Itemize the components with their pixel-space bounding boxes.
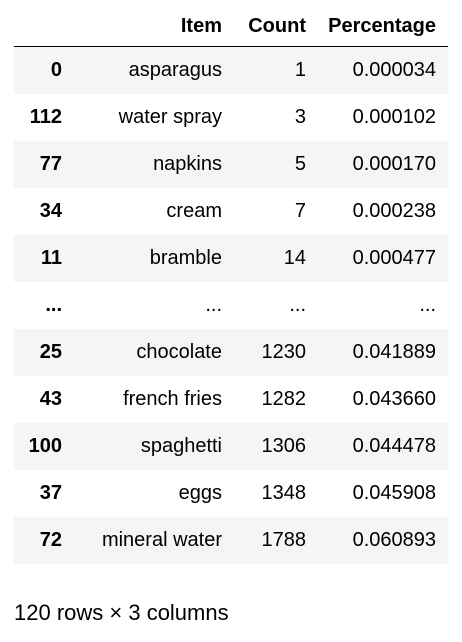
dataframe-table: Item Count Percentage 0 asparagus 1 0.00003… [14, 6, 448, 564]
count-cell: 1788 [261, 528, 307, 551]
percentage-cell: 0.043660 [352, 387, 436, 410]
row-index: 34 [39, 199, 62, 222]
row-index: 0 [50, 58, 62, 81]
item-cell: ... [205, 293, 222, 316]
header-row: Item Count Percentage [14, 6, 448, 47]
item-cell: asparagus [128, 58, 222, 81]
count-cell: ... [289, 293, 306, 316]
item-cell: bramble [149, 246, 222, 269]
count-cell: 14 [283, 246, 306, 269]
table-row: 77 napkins 5 0.000170 [14, 140, 448, 188]
count-cell: 1306 [261, 434, 307, 457]
table-header: Item Count Percentage [14, 6, 448, 47]
table-shape-caption: 120 rows × 3 columns [14, 600, 229, 625]
percentage-cell: 0.041889 [352, 340, 436, 363]
index-column-header [14, 6, 74, 47]
percentage-cell: ... [419, 293, 436, 316]
percentage-cell: 0.000102 [352, 105, 436, 128]
percentage-cell: 0.000477 [352, 246, 436, 269]
table-row: 43 french fries 1282 0.043660 [14, 376, 448, 423]
percentage-cell: 0.044478 [352, 434, 436, 457]
table-row: 37 eggs 1348 0.045908 [14, 470, 448, 517]
table-row: 100 spaghetti 1306 0.044478 [14, 422, 448, 470]
table-body: 0 asparagus 1 0.000034 112 water spray 3 0.0001… [14, 46, 448, 564]
percentage-cell: 0.000238 [352, 199, 436, 222]
item-column-header: Item [74, 6, 234, 47]
count-cell: 3 [294, 105, 306, 128]
table-row: ............ [14, 282, 448, 329]
item-cell: water spray [118, 105, 222, 128]
table-row: 11 bramble 14 0.000477 [14, 234, 448, 282]
percentage-cell: 0.060893 [352, 528, 436, 551]
row-index: 77 [39, 152, 62, 175]
percentage-cell: 0.045908 [352, 481, 436, 504]
count-column-header: Count [234, 6, 318, 47]
table-row: 0 asparagus 1 0.000034 [14, 46, 448, 94]
table-row: 25 chocolate 1230 0.041889 [14, 328, 448, 376]
item-cell: chocolate [136, 340, 222, 363]
percentage-cell: 0.000170 [352, 152, 436, 175]
table-row: 72 mineral water 1788 0.060893 [14, 516, 448, 564]
count-cell: 1230 [261, 340, 307, 363]
percentage-column-header: Percentage [318, 6, 448, 47]
item-cell: napkins [153, 152, 222, 175]
row-index: 37 [39, 481, 62, 504]
item-cell: mineral water [101, 528, 222, 551]
item-cell: spaghetti [140, 434, 222, 457]
row-index: 25 [39, 340, 62, 363]
table-row: 34 cream 7 0.000238 [14, 188, 448, 235]
item-cell: eggs [178, 481, 222, 504]
row-index: 112 [29, 105, 62, 128]
table-row: 112 water spray 3 0.000102 [14, 94, 448, 141]
row-index: 11 [40, 246, 62, 269]
count-cell: 5 [294, 152, 306, 175]
row-index: ... [45, 293, 62, 316]
item-cell: cream [166, 199, 222, 222]
row-index: 100 [28, 434, 62, 457]
item-cell: french fries [123, 387, 222, 410]
count-cell: 1282 [261, 387, 307, 410]
count-cell: 1348 [261, 481, 307, 504]
dataframe-output: Item Count Percentage 0 asparagus 1 0.00003… [14, 6, 448, 564]
percentage-cell: 0.000034 [352, 58, 436, 81]
row-index: 43 [39, 387, 62, 410]
count-cell: 7 [294, 199, 306, 222]
count-cell: 1 [294, 58, 306, 81]
row-index: 72 [39, 528, 62, 551]
